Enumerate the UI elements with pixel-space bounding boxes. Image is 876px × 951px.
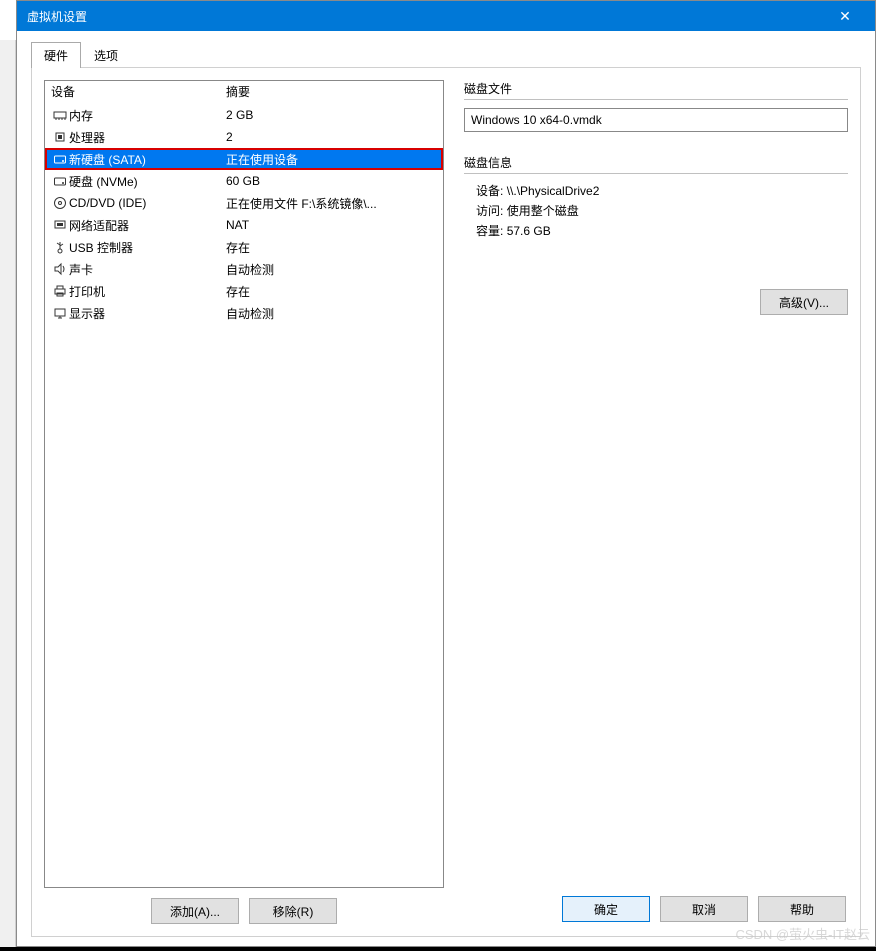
window-title: 虚拟机设置 <box>27 8 825 25</box>
help-button[interactable]: 帮助 <box>758 896 846 922</box>
device-name: 显示器 <box>69 305 226 322</box>
device-row-1[interactable]: 处理器2 <box>45 126 443 148</box>
tab-hardware[interactable]: 硬件 <box>31 42 81 68</box>
cancel-button[interactable]: 取消 <box>660 896 748 922</box>
cpu-icon <box>51 130 69 144</box>
remove-button[interactable]: 移除(R) <box>249 898 337 924</box>
device-row-5[interactable]: 网络适配器NAT <box>45 214 443 236</box>
cd-icon <box>51 196 69 210</box>
device-name: 硬盘 (NVMe) <box>69 173 226 190</box>
device-name: CD/DVD (IDE) <box>69 196 226 210</box>
hdd-icon <box>51 152 69 166</box>
disk-info-label: 磁盘信息 <box>464 154 848 171</box>
tabs: 硬件 选项 <box>31 42 861 68</box>
col-summary: 摘要 <box>226 83 437 100</box>
background-pane <box>0 40 16 947</box>
memory-icon <box>51 108 69 122</box>
device-name: USB 控制器 <box>69 239 226 256</box>
device-row-9[interactable]: 显示器自动检测 <box>45 302 443 324</box>
tab-options[interactable]: 选项 <box>81 42 131 68</box>
hdd-icon <box>51 174 69 188</box>
device-name: 打印机 <box>69 283 226 300</box>
device-row-4[interactable]: CD/DVD (IDE)正在使用文件 F:\系统镜像\... <box>45 192 443 214</box>
device-row-3[interactable]: 硬盘 (NVMe)60 GB <box>45 170 443 192</box>
device-list[interactable]: 设备 摘要 内存2 GB处理器2新硬盘 (SATA)正在使用设备硬盘 (NVMe… <box>44 80 444 888</box>
device-row-6[interactable]: USB 控制器存在 <box>45 236 443 258</box>
titlebar: 虚拟机设置 ✕ <box>17 1 875 31</box>
info-device-value: \\.\PhysicalDrive2 <box>507 184 600 198</box>
ok-button[interactable]: 确定 <box>562 896 650 922</box>
device-summary: 2 <box>226 130 437 144</box>
add-button[interactable]: 添加(A)... <box>151 898 239 924</box>
info-device-label: 设备: <box>476 184 503 198</box>
net-icon <box>51 218 69 232</box>
device-name: 网络适配器 <box>69 217 226 234</box>
advanced-button[interactable]: 高级(V)... <box>760 289 848 315</box>
device-summary: 自动检测 <box>226 261 437 278</box>
device-name: 内存 <box>69 107 226 124</box>
device-summary: 正在使用设备 <box>226 151 437 168</box>
device-row-8[interactable]: 打印机存在 <box>45 280 443 302</box>
col-device: 设备 <box>51 83 226 100</box>
close-icon[interactable]: ✕ <box>825 8 865 25</box>
device-summary: 自动检测 <box>226 305 437 322</box>
device-summary: 60 GB <box>226 174 437 188</box>
printer-icon <box>51 284 69 298</box>
device-row-7[interactable]: 声卡自动检测 <box>45 258 443 280</box>
display-icon <box>51 306 69 320</box>
device-name: 新硬盘 (SATA) <box>69 151 226 168</box>
device-summary: 存在 <box>226 239 437 256</box>
info-capacity-label: 容量: <box>476 224 503 238</box>
info-access-value: 使用整个磁盘 <box>507 204 579 218</box>
disk-file-value: Windows 10 x64-0.vmdk <box>471 113 602 127</box>
device-row-0[interactable]: 内存2 GB <box>45 104 443 126</box>
list-header: 设备 摘要 <box>45 81 443 104</box>
info-capacity-value: 57.6 GB <box>507 224 551 238</box>
vm-settings-window: 虚拟机设置 ✕ 硬件 选项 设备 摘要 内存2 GB处理器2新硬盘 (SAT <box>16 0 876 947</box>
device-row-2[interactable]: 新硬盘 (SATA)正在使用设备 <box>45 148 443 170</box>
device-summary: 存在 <box>226 283 437 300</box>
tab-panel: 设备 摘要 内存2 GB处理器2新硬盘 (SATA)正在使用设备硬盘 (NVMe… <box>31 67 861 937</box>
disk-file-label: 磁盘文件 <box>464 80 848 97</box>
info-access-label: 访问: <box>476 204 503 218</box>
watermark: CSDN @萤火虫-IT赵云 <box>735 924 870 943</box>
disk-file-field[interactable]: Windows 10 x64-0.vmdk <box>464 108 848 132</box>
usb-icon <box>51 240 69 254</box>
device-summary: 正在使用文件 F:\系统镜像\... <box>226 195 437 212</box>
device-summary: 2 GB <box>226 108 437 122</box>
device-name: 声卡 <box>69 261 226 278</box>
device-name: 处理器 <box>69 129 226 146</box>
device-summary: NAT <box>226 218 437 232</box>
sound-icon <box>51 262 69 276</box>
